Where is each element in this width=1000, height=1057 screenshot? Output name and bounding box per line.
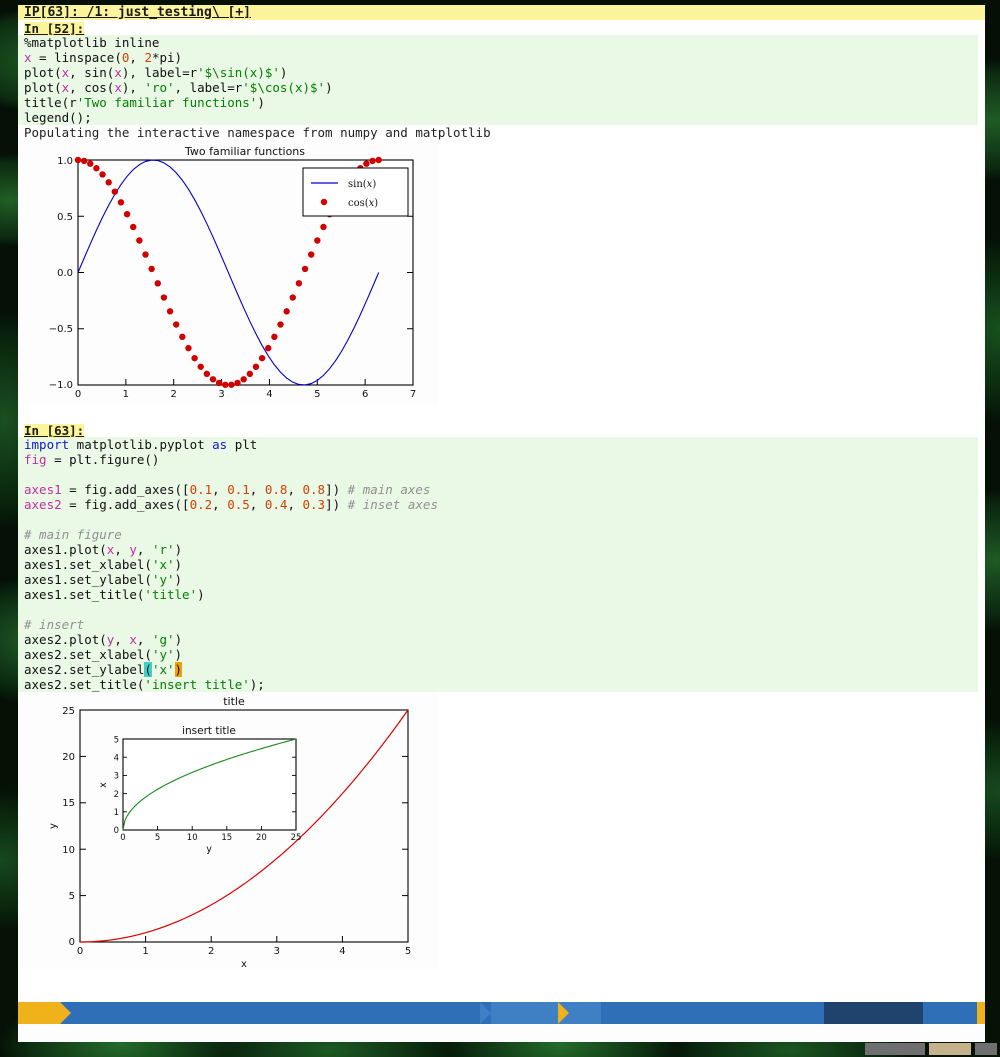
chart-2-inset-ytick: 3	[114, 772, 119, 782]
chart-1-legend-cos: cos(x)	[348, 198, 378, 209]
major-mode-segment[interactable]: ein:ml	[491, 1002, 601, 1024]
code-line: import matplotlib.pyplot as plt	[24, 437, 978, 452]
cell-2-input-prompt[interactable]: In [63]:	[24, 424, 84, 438]
code-line: # insert	[24, 617, 978, 632]
chart-1-xtick: 1	[123, 389, 129, 400]
chart-2-ytick: 0	[69, 937, 75, 948]
cell-1-input-prompt[interactable]: In [52]:	[24, 22, 84, 36]
notebook-header: IP[63]: /1: just_testing\ [+]	[18, 5, 985, 20]
chart-2-inset-xtick: 10	[187, 833, 198, 843]
chart-1-ytick: 0.0	[57, 268, 73, 279]
chart-1-xtick: 5	[314, 389, 320, 400]
figure-two-familiar-functions: Two familiar functions −1.0 −0.5 0.0	[18, 140, 438, 405]
chart-1-xtick: 0	[75, 389, 81, 400]
notebook-buffer[interactable]: In [52]: %matplotlib inlinex = linspace(…	[18, 20, 985, 998]
chart-2-inset-xtick: 20	[256, 833, 267, 843]
cell-2-prompt-row: In [63]:	[18, 422, 985, 437]
chart-2-xtick: 5	[405, 946, 411, 957]
chart-2-inset-title: insert title	[182, 725, 236, 737]
code-line: axes2.set_xlabel('y')	[24, 647, 978, 662]
chart-2-xtick: 1	[142, 946, 148, 957]
code-line: plot(x, cos(x), 'ro', label=r'$\cos(x)$'…	[24, 80, 978, 95]
code-line: plot(x, sin(x), label=r'$\sin(x)$')	[24, 65, 978, 80]
code-line: axes2.plot(y, x, 'g')	[24, 632, 978, 647]
chart-2-ytick: 15	[62, 798, 75, 809]
emacs-frame: IP[63]: /1: just_testing\ [+] In [52]: %…	[18, 5, 985, 1024]
code-line: axes1.set_xlabel('x')	[24, 557, 978, 572]
chart-1-title: Two familiar functions	[184, 145, 305, 158]
code-line: x = linspace(0, 2*pi)	[24, 50, 978, 65]
figure-title-with-inset: title 0 5 10 15 20	[18, 692, 438, 970]
chart-2-inset-xtick: 0	[120, 833, 125, 843]
code-line	[24, 602, 978, 617]
code-line: axes2.set_ylabel('x')	[24, 662, 978, 677]
code-line: title(r'Two familiar functions')	[24, 95, 978, 110]
mode-line: 2|1 * 717 *ein: 8888/test.ipynb/just_tes…	[18, 1002, 985, 1024]
powerline-arrow-2	[480, 1002, 491, 1024]
cell-2-code[interactable]: import matplotlib.pyplot as pltfig = plt…	[18, 437, 978, 692]
cell-1-code[interactable]: %matplotlib inlinex = linspace(0, 2*pi)p…	[18, 35, 978, 125]
code-line: axes1 = fig.add_axes([0.1, 0.1, 0.8, 0.8…	[24, 482, 978, 497]
cell-1-text-output: Populating the interactive namespace fro…	[18, 125, 985, 140]
chart-2-inset-xtick: 25	[291, 833, 302, 843]
chart-1-ytick: −0.5	[49, 324, 73, 335]
taskbar-item-2[interactable]	[929, 1043, 971, 1055]
powerline-arrow-1	[60, 1002, 71, 1024]
scroll-marker	[977, 1002, 985, 1024]
chart-2-inset-ytick: 2	[114, 790, 119, 800]
chart-2-inset-ytick: 4	[114, 754, 119, 764]
code-line: axes2 = fig.add_axes([0.2, 0.5, 0.4, 0.3…	[24, 497, 978, 512]
taskbar-item-3[interactable]	[975, 1043, 997, 1055]
code-line	[24, 512, 978, 527]
chart-1-ytick: 0.5	[57, 212, 73, 223]
chart-2-inset-ytick: 1	[114, 808, 119, 818]
code-line: axes1.plot(x, y, 'r')	[24, 542, 978, 557]
minibuffer[interactable]	[18, 1024, 985, 1042]
chart-1-xtick: 7	[410, 389, 416, 400]
workspace-indicator[interactable]: 2|1	[18, 1002, 60, 1024]
chart-2-xtick: 4	[339, 946, 345, 957]
chart-1-ytick: −1.0	[49, 380, 73, 391]
chart-1-xtick: 4	[266, 389, 272, 400]
chart-1-xtick: 6	[362, 389, 368, 400]
chart-1-legend-sin: sin(x)	[348, 179, 376, 190]
chart-2-inset-ytick: 5	[114, 736, 119, 746]
buffer-percent: 13%	[903, 1002, 971, 1024]
chart-2-xtick: 2	[208, 946, 214, 957]
powerline-arrow-4	[864, 1002, 875, 1024]
taskbar-item-1[interactable]	[865, 1043, 925, 1055]
chart-2-inset-xtick: 5	[155, 833, 160, 843]
code-line: %matplotlib inline	[24, 35, 978, 50]
chart-1-xtick: 2	[171, 389, 177, 400]
buffer-info: * 717 *ein: 8888/test.ipynb/just_testing…	[76, 1002, 430, 1024]
chart-2-ytick: 20	[62, 752, 75, 763]
chart-2-ytick: 5	[69, 891, 75, 902]
chart-2-ytick: 10	[62, 845, 75, 856]
code-line	[24, 467, 978, 482]
chart-2-inset-ytick: 0	[114, 826, 119, 836]
chart-1-xtick: 3	[218, 389, 224, 400]
code-line: legend();	[24, 110, 978, 125]
cell-1-figure-output: Two familiar functions −1.0 −0.5 0.0	[18, 140, 985, 409]
chart-2-inset-ylabel: x	[98, 782, 109, 788]
chart-2-xtick: 0	[77, 946, 83, 957]
code-line: axes1.set_title('title')	[24, 587, 978, 602]
powerline-arrow-3	[558, 1002, 569, 1024]
code-line: # main figure	[24, 527, 978, 542]
chart-1-ytick: 1.0	[57, 156, 73, 167]
chart-1-legend: sin(x) cos(x)	[303, 168, 408, 216]
chart-2-ylabel: y	[48, 823, 59, 829]
code-line: axes2.set_title('insert title');	[24, 677, 978, 692]
code-line: fig = plt.figure()	[24, 452, 978, 467]
chart-2-inset-xtick: 15	[221, 833, 232, 843]
code-line: axes1.set_ylabel('y')	[24, 572, 978, 587]
chart-2-ytick: 25	[62, 706, 75, 717]
chart-2-xtick: 3	[274, 946, 280, 957]
cell-2-figure-output: title 0 5 10 15 20	[18, 692, 985, 974]
cell-1-prompt-row: In [52]:	[18, 20, 985, 35]
chart-2-xlabel: x	[241, 959, 247, 970]
chart-2-inset-xlabel: y	[206, 844, 212, 855]
chart-2-title: title	[223, 695, 245, 708]
